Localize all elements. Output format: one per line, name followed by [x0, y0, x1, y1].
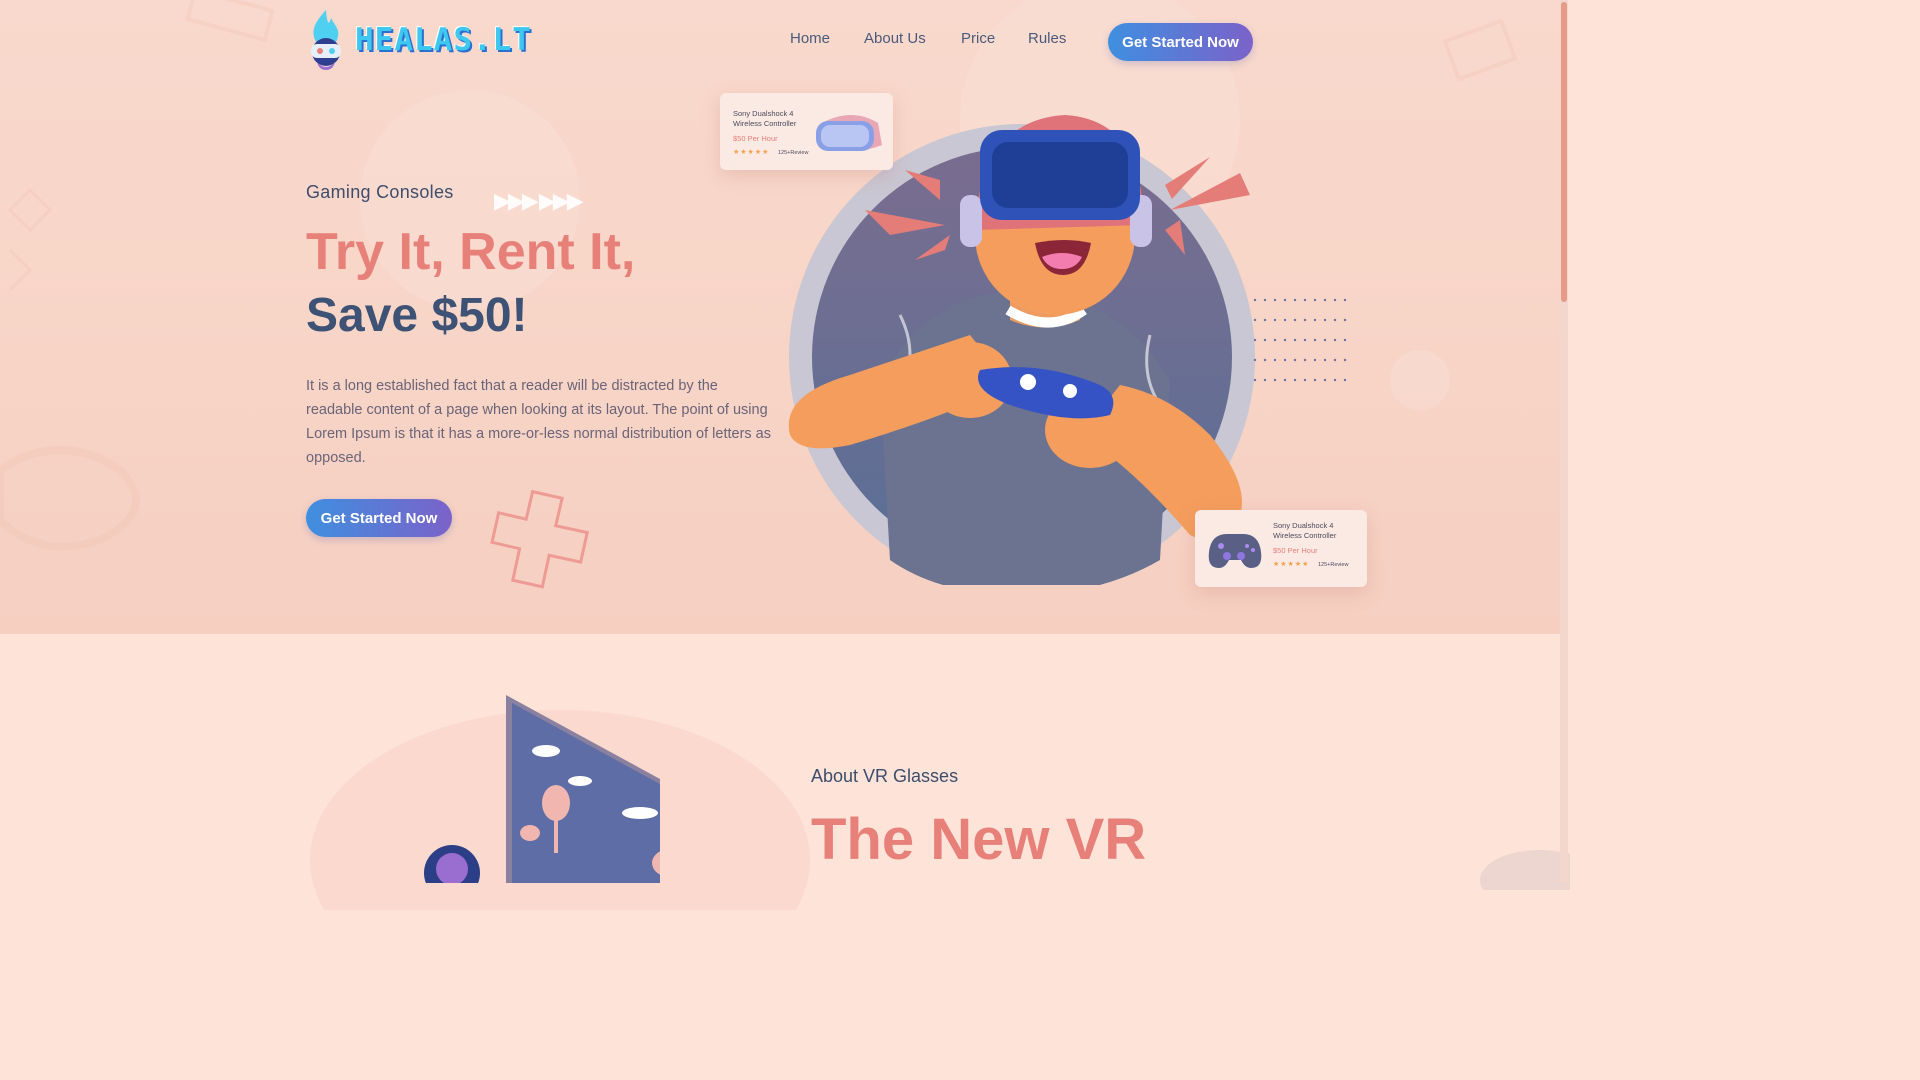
- brand-logo[interactable]: HEALAS.LT: [305, 8, 532, 72]
- product-card-title: Sony Dualshock 4 Wireless Controller: [1273, 521, 1337, 540]
- review-count: 125+Review: [778, 150, 809, 156]
- nav-item-price[interactable]: Price: [961, 30, 995, 47]
- gamer-mascot-icon: [311, 10, 341, 70]
- vr-screen-illustration: [424, 695, 660, 883]
- dots-pattern: [1253, 298, 1347, 382]
- nav-item-rules[interactable]: Rules: [1028, 30, 1066, 47]
- about-title: The New VR: [811, 807, 1147, 872]
- product-card-vr[interactable]: Sony Dualshock 4 Wireless Controller $50…: [720, 93, 893, 170]
- nav-item-about-us[interactable]: About Us: [864, 30, 926, 47]
- scrollbar[interactable]: [1560, 0, 1568, 882]
- product-card-controller[interactable]: Sony Dualshock 4 Wireless Controller $50…: [1195, 510, 1367, 587]
- hero-title-line1: Try It, Rent It,: [306, 223, 636, 281]
- rating-stars: ★★★★★: [733, 149, 770, 156]
- arrows-decoration: ▶▶▶ ▶▶▶: [494, 188, 584, 213]
- header-get-started-button[interactable]: Get Started Now: [1108, 23, 1253, 61]
- review-count: 125+Review: [1318, 562, 1349, 568]
- nav-item-home[interactable]: Home: [790, 30, 830, 47]
- gamepad-icon: [1208, 534, 1262, 568]
- product-card-price: $50 Per Hour: [1273, 546, 1318, 555]
- hero-eyebrow: Gaming Consoles: [306, 182, 454, 202]
- about-eyebrow: About VR Glasses: [811, 766, 959, 786]
- brand-name: HEALAS.LT: [355, 22, 532, 58]
- hero-section: HEALAS.LT Home About Us Price Rules Get …: [0, 0, 1560, 634]
- product-card-price: $50 Per Hour: [733, 134, 778, 143]
- rating-stars: ★★★★★: [1273, 561, 1310, 568]
- hero-title-line2: Save $50!: [306, 289, 528, 342]
- vr-headset-icon: [816, 115, 882, 151]
- hero-description: It is a long established fact that a rea…: [306, 378, 771, 466]
- corner-decoration: [1480, 850, 1570, 890]
- hero-get-started-button[interactable]: Get Started Now: [306, 499, 452, 537]
- scrollbar-thumb[interactable]: [1561, 2, 1567, 302]
- plus-decoration: [490, 489, 590, 589]
- product-card-title: Sony Dualshock 4 Wireless Controller: [733, 109, 797, 128]
